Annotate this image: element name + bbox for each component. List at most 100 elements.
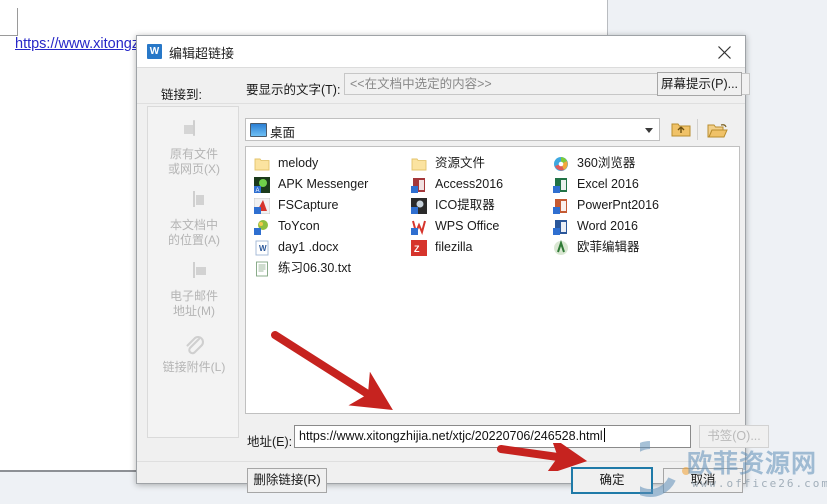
- wps-office-icon: [411, 219, 427, 236]
- list-item[interactable]: FSCapture: [252, 195, 412, 216]
- dialog-title: 编辑超链接: [169, 46, 235, 61]
- file-list-column-1: melody A APK Messenger FSCapture ToYcon: [252, 153, 412, 279]
- address-input[interactable]: https://www.xitongzhijia.net/xtjc/202207…: [294, 425, 691, 448]
- file-name: Access2016: [435, 177, 504, 191]
- chevron-down-icon: [645, 128, 653, 133]
- folder-icon: [411, 156, 427, 172]
- ico-extractor-icon: [411, 198, 427, 214]
- toolbar-separator: [697, 119, 698, 140]
- list-item[interactable]: ICO提取器: [409, 195, 554, 216]
- file-name: FSCapture: [278, 198, 339, 212]
- sidebar-item-place-in-document[interactable]: 本文档中 的位置(A): [148, 191, 240, 248]
- edit-hyperlink-dialog: 编辑超链接 要显示的文字(T): <<在文档中选定的内容>> 屏幕提示(P)..…: [136, 35, 769, 494]
- fscapture-icon: [253, 197, 271, 215]
- desktop-monitor-icon: [250, 123, 267, 137]
- file-name: ICO提取器: [435, 198, 495, 212]
- up-one-level-folder-icon[interactable]: [667, 118, 694, 141]
- svg-text:Z: Z: [414, 244, 420, 254]
- excel-icon: [553, 177, 569, 193]
- existing-file-icon: [181, 120, 207, 145]
- list-item[interactable]: 资源文件: [409, 153, 554, 174]
- list-item[interactable]: A APK Messenger: [252, 174, 412, 195]
- bookmark-button[interactable]: 书签(O)...: [699, 425, 769, 448]
- screen-tip-button[interactable]: 屏幕提示(P)...: [657, 72, 742, 96]
- display-text-row: 要显示的文字(T): <<在文档中选定的内容>> 屏幕提示(P)...: [137, 67, 750, 102]
- file-name: 资源文件: [435, 156, 486, 170]
- text-document-icon: [254, 261, 270, 277]
- file-name: day1 .docx: [278, 240, 339, 254]
- list-item[interactable]: Access2016: [409, 174, 554, 195]
- file-name: Excel 2016: [577, 177, 639, 191]
- link-to-sidebar: 原有文件 或网页(X) 本文档中 的位置(A) 电子邮件 地址(M) 链接附件(…: [147, 106, 239, 438]
- list-item[interactable]: Word 2016: [551, 216, 721, 237]
- list-item[interactable]: 练习06.30.txt: [252, 258, 412, 279]
- word-icon: [553, 219, 569, 235]
- wps-writer-icon: [147, 44, 162, 59]
- dialog-divider-top: [137, 103, 745, 104]
- email-address-icon: [181, 262, 207, 287]
- sidebar-item-link-attachment[interactable]: 链接附件(L): [148, 334, 240, 375]
- ok-button[interactable]: 确定: [571, 467, 653, 494]
- sidebar-item-label-2: 地址(M): [173, 304, 215, 318]
- list-item[interactable]: melody: [252, 153, 412, 174]
- address-row: 地址(E): https://www.xitongzhijia.net/xtjc…: [137, 424, 769, 454]
- file-name: APK Messenger: [278, 177, 369, 191]
- paperclip-icon: [181, 334, 207, 358]
- file-name: ToYcon: [278, 219, 320, 233]
- sidebar-item-existing-file[interactable]: 原有文件 或网页(X): [148, 120, 240, 177]
- file-list-column-2: 资源文件 Access2016 ICO提取器 WPS Office Z file…: [409, 153, 554, 258]
- address-label: 地址(E):: [247, 435, 293, 449]
- oufei-editor-icon: [553, 239, 569, 256]
- sidebar-item-email-address[interactable]: 电子邮件 地址(M): [148, 262, 240, 319]
- document-hyperlink[interactable]: https://www.xitongz: [15, 36, 139, 52]
- sidebar-item-label-2: 或网页(X): [168, 162, 220, 176]
- access-icon: [411, 177, 427, 193]
- location-row: 桌面: [245, 118, 740, 142]
- cancel-button[interactable]: 取消: [663, 468, 743, 493]
- list-item[interactable]: ToYcon: [252, 216, 412, 237]
- file-name: Word 2016: [577, 219, 638, 233]
- address-value: https://www.xitongzhijia.net/xtjc/202207…: [299, 429, 603, 443]
- document-margin-marker-vertical: [17, 8, 18, 36]
- dialog-divider-bottom: [137, 461, 745, 462]
- dialog-titlebar: 编辑超链接: [137, 36, 745, 68]
- sidebar-item-label: 电子邮件: [169, 289, 218, 303]
- file-name: 练习06.30.txt: [278, 261, 351, 275]
- browse-folder-icon[interactable]: [704, 118, 731, 141]
- 360-browser-icon: [553, 156, 569, 172]
- list-item[interactable]: 欧菲编辑器: [551, 237, 721, 258]
- place-in-document-icon: [181, 191, 207, 216]
- sidebar-item-label: 本文档中: [169, 218, 218, 232]
- apk-messenger-icon: A: [254, 177, 270, 194]
- file-list[interactable]: melody A APK Messenger FSCapture ToYcon: [245, 146, 740, 414]
- list-item[interactable]: WPS Office: [409, 216, 554, 237]
- location-dropdown[interactable]: 桌面: [245, 118, 660, 141]
- file-name: WPS Office: [435, 219, 500, 233]
- list-item[interactable]: Excel 2016: [551, 174, 721, 195]
- remove-link-button[interactable]: 删除链接(R): [247, 468, 327, 493]
- list-item[interactable]: W day1 .docx: [252, 237, 412, 258]
- powerpoint-icon: [553, 198, 569, 214]
- link-to-label: 链接到:: [161, 88, 202, 102]
- list-item[interactable]: PowerPnt2016: [551, 195, 721, 216]
- file-name: filezilla: [435, 240, 473, 254]
- file-name: 欧菲编辑器: [577, 240, 640, 254]
- svg-text:A: A: [256, 188, 260, 193]
- display-text-label: 要显示的文字(T):: [246, 83, 341, 97]
- svg-text:W: W: [259, 244, 267, 253]
- list-item[interactable]: Z filezilla: [409, 237, 554, 258]
- sidebar-item-label: 原有文件: [169, 147, 218, 161]
- word-document-icon: W: [254, 240, 270, 256]
- close-icon[interactable]: [703, 36, 745, 66]
- folder-icon: [254, 156, 270, 172]
- file-name: melody: [278, 156, 319, 170]
- file-name: PowerPnt2016: [577, 198, 660, 212]
- sidebar-item-label: 链接附件(L): [162, 360, 226, 374]
- text-caret: [603, 428, 605, 442]
- file-name: 360浏览器: [577, 156, 636, 170]
- sidebar-item-label-2: 的位置(A): [168, 233, 220, 247]
- toycon-icon: [254, 219, 270, 235]
- list-item[interactable]: 360浏览器: [551, 153, 721, 174]
- file-list-column-3: 360浏览器 Excel 2016 PowerPnt2016 Word 2016: [551, 153, 721, 258]
- filezilla-icon: Z: [411, 240, 427, 256]
